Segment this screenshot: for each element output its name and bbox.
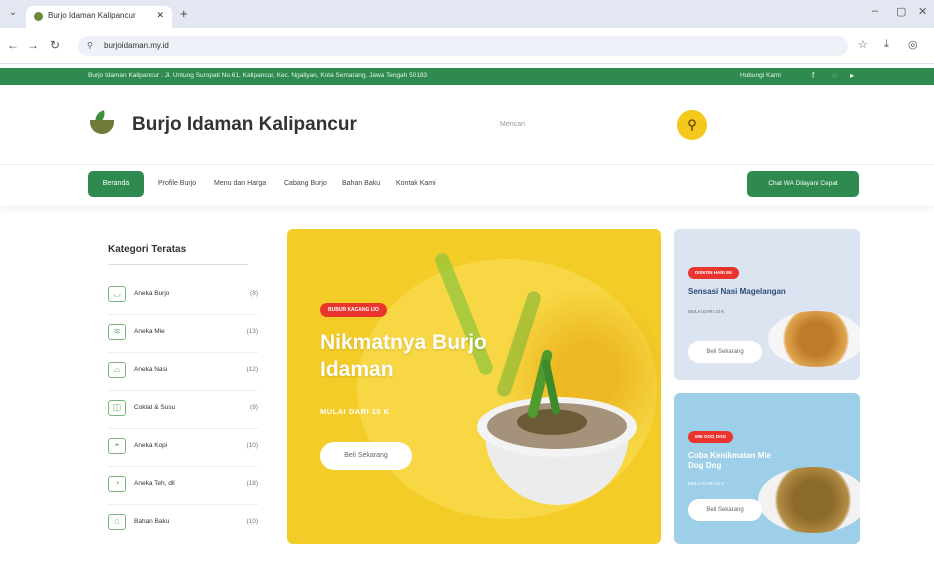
nav-item-menu[interactable]: Menu dan Harga: [214, 180, 266, 187]
close-tab-icon[interactable]: ✕: [156, 10, 164, 21]
back-icon[interactable]: ←: [6, 38, 20, 52]
profile-icon[interactable]: ◎: [908, 38, 918, 51]
promo-subtitle: MULAI DARI 10 K: [688, 481, 725, 486]
promo-subtitle: MULAI DARI 10 K: [688, 309, 725, 314]
site-info-icon[interactable]: ⚲: [87, 41, 93, 50]
minimize-icon[interactable]: –: [872, 5, 878, 17]
category-item[interactable]: ◓ Aneka Kopi (10): [108, 436, 258, 462]
store-address: Burjo Idaman Kalipancur : Jl. Untung Sur…: [88, 72, 428, 79]
bowl-icon: ◡: [108, 286, 126, 302]
promo-title: Coba Kenikmatan Mie Dog Dog: [688, 451, 772, 470]
browser-tab[interactable]: Burjo Idaman Kalipancur ✕: [26, 6, 172, 28]
close-window-icon[interactable]: ✕: [918, 5, 927, 18]
top-info-strip: Burjo Idaman Kalipancur : Jl. Untung Sur…: [0, 68, 934, 85]
category-item[interactable]: ≋ Aneka Mie (13): [108, 322, 258, 348]
category-item[interactable]: ◡ Aneka Burjo (8): [108, 284, 258, 310]
nav-item-kontak[interactable]: Kontak Kami: [396, 180, 436, 187]
category-item[interactable]: ◫ Coklat & Susu (9): [108, 398, 258, 424]
site-favicon-icon: [34, 12, 43, 21]
download-icon[interactable]: ⤓: [884, 38, 889, 51]
nav-item-bahan[interactable]: Bahan Baku: [342, 180, 380, 187]
tab-title: Burjo Idaman Kalipancur: [48, 11, 136, 20]
burjo-bowl-image: [477, 348, 637, 509]
promo-badge: MIE DOG DOG: [688, 431, 734, 443]
hero-badge: BUBUR KACANG IJO: [320, 303, 387, 317]
facebook-icon[interactable]: f: [812, 71, 814, 80]
hero-subtitle: MULAI DARI 10 K: [320, 407, 390, 416]
url-text: burjoidaman.my.id: [104, 41, 169, 50]
sidebar-divider: [108, 264, 248, 265]
hero-title: Nikmatnya Burjo Idaman: [320, 331, 487, 381]
main-nav: Beranda Profile Burjo Menu dan Harga Cab…: [0, 166, 934, 206]
promo-card-mie-dog-dog: MIE DOG DOG Coba Kenikmatan Mie Dog Dog …: [674, 393, 860, 544]
noodle-icon: ≋: [108, 324, 126, 340]
search-input[interactable]: Mencari: [488, 115, 648, 135]
brand-name[interactable]: Burjo Idaman Kalipancur: [132, 114, 357, 136]
category-item[interactable]: ⌓ Aneka Nasi (12): [108, 360, 258, 386]
search-button[interactable]: ⚲: [677, 110, 707, 140]
category-item[interactable]: ◔ Aneka Teh, dll (18): [108, 474, 258, 500]
instagram-icon[interactable]: ◌: [832, 71, 837, 80]
promo-card-nasi-magelangan: DISKON HARI INI Sensasi Nasi Magelangan …: [674, 229, 860, 380]
promo-buy-button[interactable]: Beli Sekarang: [688, 341, 762, 363]
tab-search-icon[interactable]: ⌄: [6, 6, 20, 20]
hero-banner: BUBUR KACANG IJO Nikmatnya Burjo Idaman …: [287, 229, 661, 544]
promo-badge: DISKON HARI INI: [688, 267, 739, 279]
coffee-icon: ◓: [108, 438, 126, 454]
url-input[interactable]: ⚲ burjoidaman.my.id: [78, 36, 848, 56]
whatsapp-chat-button[interactable]: Chat WA Dilayani Cepat: [747, 171, 859, 197]
mie-dog-dog-image: [758, 467, 860, 533]
site-header: Burjo Idaman Kalipancur Mencari ⚲: [0, 85, 934, 165]
brand-logo-icon[interactable]: [88, 110, 116, 138]
contact-link[interactable]: Hubungi Kami: [740, 72, 781, 79]
new-tab-icon[interactable]: +: [180, 6, 188, 21]
reload-icon[interactable]: ↻: [48, 38, 62, 52]
rice-icon: ⌓: [108, 362, 126, 378]
ingredients-icon: ⌂: [108, 514, 126, 530]
promo-buy-button[interactable]: Beli Sekarang: [688, 499, 762, 521]
nav-item-cabang[interactable]: Cabang Burjo: [284, 180, 327, 187]
nav-item-beranda[interactable]: Beranda: [88, 171, 144, 197]
nasi-magelangan-image: [768, 311, 860, 367]
forward-icon[interactable]: →: [26, 38, 40, 52]
bookmark-star-icon[interactable]: ☆: [858, 38, 868, 51]
maximize-icon[interactable]: ▢: [896, 5, 906, 18]
sidebar-title: Kategori Teratas: [108, 244, 187, 255]
category-sidebar: Kategori Teratas ◡ Aneka Burjo (8) ≋ Ane…: [96, 232, 271, 548]
browser-tab-bar: ⌄ Burjo Idaman Kalipancur ✕ + – ▢ ✕: [0, 0, 934, 28]
browser-address-bar: ← → ↻ ⚲ burjoidaman.my.id ☆ ⤓ ◎: [0, 28, 934, 64]
tea-icon: ◔: [108, 476, 126, 492]
cup-icon: ◫: [108, 400, 126, 416]
search-icon: ⚲: [687, 117, 697, 132]
category-item[interactable]: ⌂ Bahan Baku (10): [108, 512, 258, 538]
nav-item-profile[interactable]: Profile Burjo: [158, 180, 196, 187]
promo-title: Sensasi Nasi Magelangan: [688, 287, 786, 296]
youtube-icon[interactable]: ▸: [850, 71, 854, 80]
hero-buy-button[interactable]: Beli Sekarang: [320, 442, 412, 470]
